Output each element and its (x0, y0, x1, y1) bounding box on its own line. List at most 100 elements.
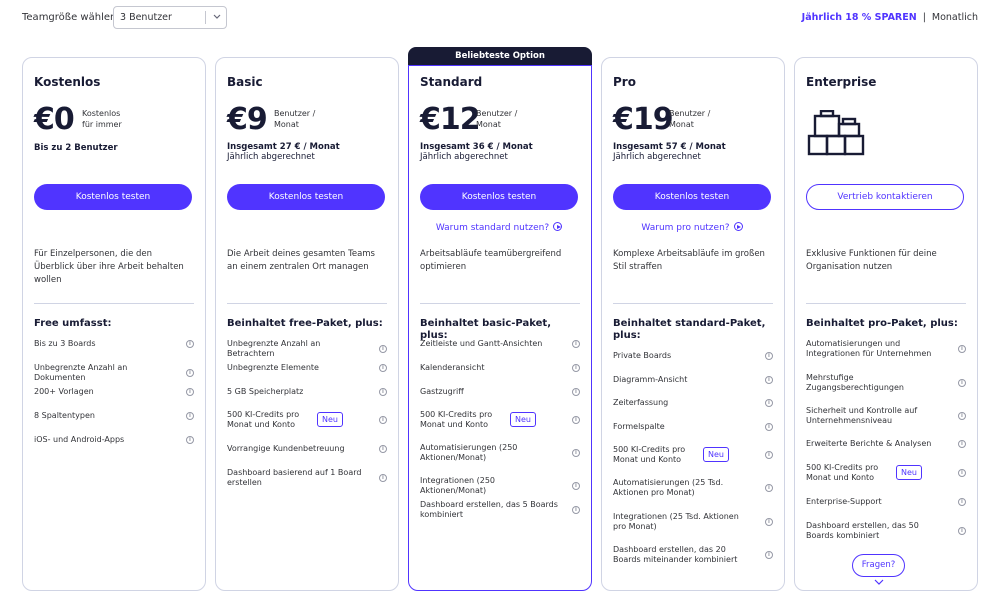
feature-label: 500 KI-Credits pro Monat und Konto (613, 445, 686, 464)
try-free-button[interactable]: Kostenlos testen (34, 184, 192, 210)
plan-description: Exklusive Funktionen für deine Organisat… (806, 249, 937, 272)
feature-label: Dashboard erstellen, das 20 Boards mitei… (613, 545, 738, 564)
feature-item: Dashboard erstellen, das 50 Boards kombi… (806, 521, 971, 540)
feature-item: iOS- und Android-Apps i (34, 435, 199, 445)
feature-item: 500 KI-Credits pro Monat und Konto Neu i (227, 410, 392, 429)
feature-item: 200+ Vorlagen i (34, 387, 199, 397)
billing-yearly-option[interactable]: Jährlich 18 % SPAREN (802, 12, 917, 23)
feature-item: Unbegrenzte Anzahl an Dokumenten i (34, 363, 199, 382)
team-size-value: 3 Benutzer (120, 12, 172, 23)
feature-item: 500 KI-Credits pro Monat und Konto Neu i (613, 445, 778, 464)
divider (420, 303, 580, 304)
price-note: Benutzer / Monat (669, 108, 710, 130)
info-icon[interactable]: i (958, 378, 966, 387)
info-icon[interactable]: i (379, 415, 387, 424)
feature-label: Integrationen (250 Aktionen/Monat) (420, 476, 496, 495)
info-icon[interactable]: i (379, 363, 387, 372)
feature-item: Integrationen (25 Tsd. Aktionen pro Mona… (613, 512, 778, 531)
info-icon[interactable]: i (765, 450, 773, 459)
new-badge: Neu (896, 464, 922, 480)
feature-label: Private Boards (613, 351, 672, 360)
try-free-button[interactable]: Kostenlos testen (227, 184, 385, 210)
info-icon[interactable]: i (765, 517, 773, 526)
feature-item: Dashboard basierend auf 1 Board erstelle… (227, 468, 392, 487)
info-icon[interactable]: i (379, 387, 387, 396)
feature-item: Private Boards i (613, 351, 778, 361)
info-icon[interactable]: i (572, 448, 580, 457)
feature-item: Automatisierungen und Integrationen für … (806, 339, 971, 358)
feature-item: Mehrstufige Zugangsberechtigungen i (806, 373, 971, 392)
try-free-button[interactable]: Kostenlos testen (420, 184, 578, 210)
info-icon[interactable]: i (958, 526, 966, 535)
info-icon[interactable]: i (572, 363, 580, 372)
info-icon[interactable]: i (765, 398, 773, 407)
feature-label: Dashboard erstellen, das 50 Boards kombi… (806, 521, 919, 540)
feature-label: Diagramm-Ansicht (613, 375, 688, 384)
info-icon[interactable]: i (958, 439, 966, 448)
info-icon[interactable]: i (765, 351, 773, 360)
questions-button[interactable]: Fragen? (852, 554, 905, 577)
info-icon[interactable]: i (958, 497, 966, 506)
chevron-down-icon (874, 579, 884, 585)
feature-item: Bis zu 3 Boards i (34, 339, 199, 349)
plan-card-standard: Standard €12 Benutzer / Monat Insgesamt … (408, 65, 592, 591)
plan-price: €12 (420, 102, 481, 137)
divider (34, 303, 194, 304)
feature-item: Dashboard erstellen, das 20 Boards mitei… (613, 545, 778, 564)
play-icon (553, 222, 563, 231)
plan-total-amount: Insgesamt 57 € / Monat (613, 142, 726, 152)
plan-description: Komplexe Arbeitsabläufe im großen Stil s… (613, 249, 765, 272)
info-icon[interactable]: i (765, 550, 773, 559)
new-badge: Neu (703, 446, 729, 462)
plan-description: Die Arbeit deines gesamten Teams an eine… (227, 249, 375, 272)
info-icon[interactable]: i (765, 483, 773, 492)
feature-item: Vorrangige Kundenbetreuung i (227, 444, 392, 454)
info-icon[interactable]: i (186, 435, 194, 444)
divider (613, 303, 773, 304)
price-note-line-2: Monat (476, 120, 501, 129)
feature-item: Sicherheit und Kontrolle auf Unternehmen… (806, 406, 971, 425)
feature-label: Enterprise-Support (806, 497, 882, 506)
info-icon[interactable]: i (572, 481, 580, 490)
info-icon[interactable]: i (958, 411, 966, 420)
contact-sales-button[interactable]: Vertrieb kontaktieren (806, 184, 964, 210)
why-pro-link[interactable]: Warum pro nutzen? (613, 222, 771, 233)
price-note-line-1: Benutzer / (669, 109, 711, 118)
info-icon[interactable]: i (379, 444, 387, 453)
info-icon[interactable]: i (572, 339, 580, 348)
plan-total-amount: Insgesamt 27 € / Monat (227, 142, 340, 152)
feature-item: Formelspalte i (613, 422, 778, 432)
info-icon[interactable]: i (186, 387, 194, 396)
plan-name: Kostenlos (34, 75, 101, 89)
feature-label: Automatisierungen und Integrationen für … (806, 339, 932, 358)
info-icon[interactable]: i (379, 473, 387, 482)
info-icon[interactable]: i (186, 411, 194, 420)
info-icon[interactable]: i (958, 468, 966, 477)
info-icon[interactable]: i (379, 344, 387, 353)
info-icon[interactable]: i (572, 387, 580, 396)
info-icon[interactable]: i (186, 339, 194, 348)
plan-card-basic: Basic €9 Benutzer / Monat Insgesamt 27 €… (215, 57, 399, 591)
plan-billing-note: Jährlich abgerechnet (227, 152, 315, 162)
feature-item: Erweiterte Berichte & Analysen i (806, 439, 971, 449)
feature-label: Gastzugriff (420, 387, 464, 396)
info-icon[interactable]: i (572, 505, 580, 514)
team-size-dropdown[interactable]: 3 Benutzer (113, 6, 227, 29)
info-icon[interactable]: i (765, 375, 773, 384)
feature-label: Automatisierungen (250 Aktionen/Monat) (420, 443, 518, 462)
price-note-line-2: für immer (82, 120, 122, 129)
feature-label: 8 Spaltentypen (34, 411, 95, 420)
info-icon[interactable]: i (572, 415, 580, 424)
feature-label: 500 KI-Credits pro Monat und Konto (806, 463, 879, 482)
info-icon[interactable]: i (765, 422, 773, 431)
feature-label: iOS- und Android-Apps (34, 435, 125, 444)
try-free-button[interactable]: Kostenlos testen (613, 184, 771, 210)
info-icon[interactable]: i (186, 368, 194, 377)
plan-total-amount: Insgesamt 36 € / Monat (420, 142, 533, 152)
feature-label: Dashboard erstellen, das 5 Boards kombin… (420, 500, 558, 519)
billing-monthly-option[interactable]: Monatlich (932, 12, 978, 23)
why-standard-link[interactable]: Warum standard nutzen? (420, 222, 578, 233)
feature-label: 500 KI-Credits pro Monat und Konto (227, 410, 300, 429)
info-icon[interactable]: i (958, 344, 966, 353)
feature-label: Unbegrenzte Elemente (227, 363, 319, 372)
